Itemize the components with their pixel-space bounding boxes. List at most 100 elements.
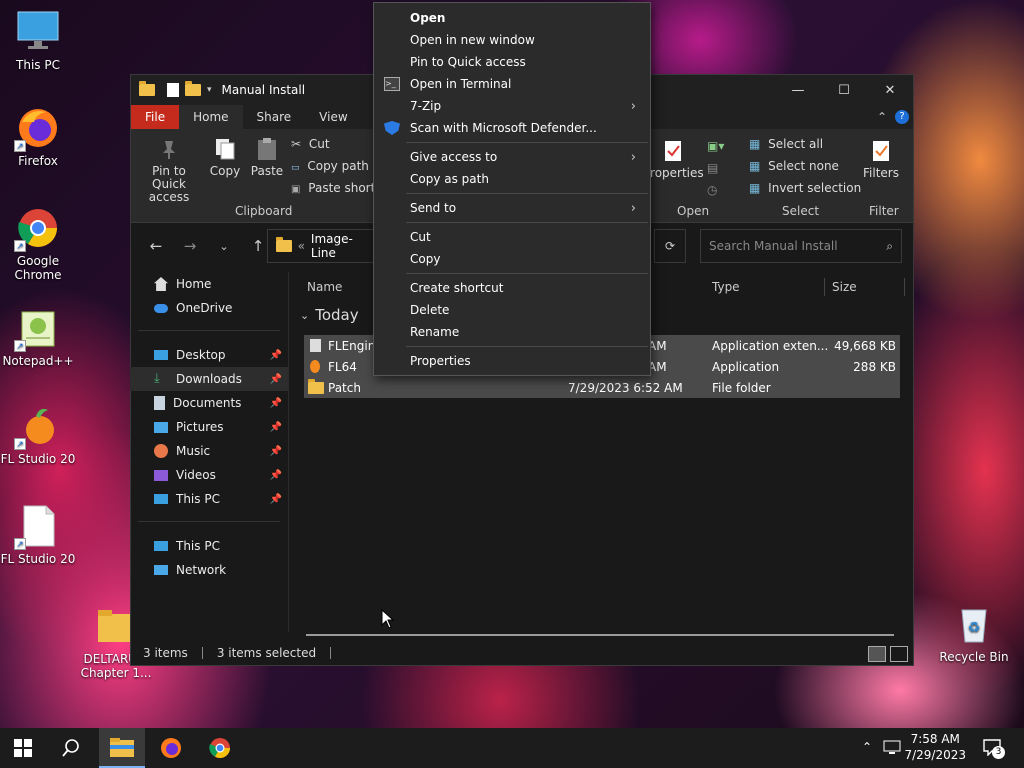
paste-button[interactable]: Paste: [249, 137, 285, 178]
desktop-icon-label: FL Studio 20: [0, 452, 76, 466]
filters-button[interactable]: Filters: [861, 139, 901, 180]
pin-icon: 📌: [269, 421, 282, 433]
menu-item-rename[interactable]: Rename: [374, 321, 650, 343]
menu-item-7zip[interactable]: 7-Zip ›: [374, 95, 650, 117]
blank-file-icon: ↗: [14, 504, 60, 550]
scissors-icon: ✂: [291, 137, 302, 151]
notepadpp-icon: ↗: [14, 306, 60, 352]
chevron-down-icon: ⌄: [300, 308, 310, 322]
column-header-size[interactable]: Size: [832, 280, 857, 294]
select-all-button[interactable]: ▦ Select all: [749, 137, 823, 151]
taskbar-file-explorer[interactable]: [99, 728, 145, 768]
tab-home[interactable]: Home: [179, 105, 243, 129]
sidebar-item-onedrive[interactable]: OneDrive: [130, 296, 288, 320]
properties-button[interactable]: Properties: [643, 139, 704, 180]
download-icon: ⤓: [154, 371, 160, 386]
start-button[interactable]: [0, 728, 46, 768]
maximize-button[interactable]: ☐: [821, 75, 867, 105]
clock[interactable]: 7:58 AM 7/29/2023: [904, 731, 966, 763]
sidebar-item-pictures[interactable]: Pictures 📌: [130, 415, 288, 439]
history-icon[interactable]: ◷: [707, 183, 717, 197]
sidebar-item-music[interactable]: Music 📌: [130, 439, 288, 463]
tab-share[interactable]: Share: [243, 105, 306, 129]
desktop-icon-firefox[interactable]: ↗ Firefox: [0, 106, 76, 168]
menu-item-scan-defender[interactable]: Scan with Microsoft Defender...: [374, 117, 650, 139]
recent-locations-icon[interactable]: ⌄: [209, 240, 239, 253]
music-icon: [154, 444, 168, 458]
cut-button[interactable]: ✂ Cut: [291, 137, 330, 151]
sidebar-item-downloads[interactable]: ⤓ Downloads 📌: [130, 367, 288, 391]
invert-selection-button[interactable]: ▦ Invert selection: [749, 181, 861, 195]
sidebar-item-documents[interactable]: Documents 📌: [130, 391, 288, 415]
customize-toolbar-icon[interactable]: ▾: [207, 85, 212, 95]
close-button[interactable]: ✕: [867, 75, 913, 105]
copy-button[interactable]: Copy: [207, 137, 243, 178]
desktop-icon-flstudio-file[interactable]: ↗ FL Studio 20: [0, 504, 76, 566]
minimize-button[interactable]: —: [775, 75, 821, 105]
pin-icon: 📌: [269, 493, 282, 505]
desktop-icon-flstudio[interactable]: ↗ FL Studio 20: [0, 404, 76, 466]
pin-quick-access-button[interactable]: Pin to Quick access: [137, 137, 201, 204]
select-none-button[interactable]: ▦ Select none: [749, 159, 839, 173]
column-divider[interactable]: [824, 278, 825, 296]
copy-path-button[interactable]: ▭ Copy path: [291, 159, 369, 173]
menu-item-open-in-terminal[interactable]: >_ Open in Terminal: [374, 73, 650, 95]
menu-item-open[interactable]: Open: [374, 7, 650, 29]
refresh-icon[interactable]: ⟳: [654, 229, 686, 263]
menu-item-open-new-window[interactable]: Open in new window: [374, 29, 650, 51]
sidebar-item-videos[interactable]: Videos 📌: [130, 463, 288, 487]
tab-file[interactable]: File: [131, 105, 180, 129]
column-divider[interactable]: [904, 278, 905, 296]
filters-icon: [869, 139, 893, 163]
forward-arrow-icon[interactable]: →: [175, 237, 205, 255]
menu-item-delete[interactable]: Delete: [374, 299, 650, 321]
notification-center-button[interactable]: 3: [982, 738, 1006, 759]
network-icon[interactable]: [883, 740, 901, 756]
taskbar-firefox[interactable]: [148, 728, 194, 768]
open-dropdown-icon[interactable]: ▣▾: [707, 139, 724, 153]
menu-item-copy-as-path[interactable]: Copy as path: [374, 168, 650, 190]
new-folder-icon[interactable]: [185, 81, 201, 96]
desktop-icon-this-pc[interactable]: This PC: [0, 10, 76, 72]
menu-item-create-shortcut[interactable]: Create shortcut: [374, 277, 650, 299]
taskbar-chrome[interactable]: [197, 728, 243, 768]
menu-separator: [406, 346, 648, 347]
desktop-icon-notepadpp[interactable]: ↗ Notepad++: [0, 306, 76, 368]
tab-view[interactable]: View: [305, 105, 361, 129]
properties-quick-icon[interactable]: [167, 83, 179, 97]
horizontal-scrollbar[interactable]: [306, 634, 894, 636]
search-icon: ⌕: [886, 238, 893, 253]
menu-item-send-to[interactable]: Send to ›: [374, 197, 650, 219]
address-overflow[interactable]: «: [298, 239, 305, 253]
search-button[interactable]: [48, 728, 94, 768]
sidebar-item-network[interactable]: Network: [130, 558, 288, 582]
pane-splitter[interactable]: [288, 272, 289, 632]
mouse-cursor-icon: [381, 609, 395, 629]
table-row[interactable]: Patch 7/29/2023 6:52 AM File folder: [304, 377, 900, 398]
menu-item-pin-quick-access[interactable]: Pin to Quick access: [374, 51, 650, 73]
edit-icon[interactable]: ▤: [707, 161, 718, 175]
menu-item-properties[interactable]: Properties: [374, 350, 650, 372]
sidebar-item-this-pc[interactable]: This PC: [130, 534, 288, 558]
column-header-name[interactable]: Name: [307, 280, 342, 294]
file-explorer-icon: [110, 738, 134, 757]
pin-icon: 📌: [269, 397, 282, 409]
help-icon[interactable]: ?: [895, 110, 909, 124]
back-arrow-icon[interactable]: ←: [141, 237, 171, 255]
column-header-type[interactable]: Type: [712, 280, 740, 294]
clock-date: 7/29/2023: [904, 748, 966, 762]
show-hidden-icons-icon[interactable]: ⌃: [862, 740, 872, 754]
desktop-icon-chrome[interactable]: ↗ Google Chrome: [0, 206, 76, 282]
menu-item-copy[interactable]: Copy: [374, 248, 650, 270]
sidebar-item-desktop[interactable]: Desktop 📌: [130, 343, 288, 367]
search-input[interactable]: Search Manual Install ⌕: [700, 229, 902, 263]
desktop-icon-recycle-bin[interactable]: ♻ Recycle Bin: [936, 602, 1012, 664]
sidebar-item-home[interactable]: Home: [130, 272, 288, 296]
sidebar-item-this-pc-pinned[interactable]: This PC 📌: [130, 487, 288, 511]
address-bar[interactable]: « Image-Line: [267, 229, 377, 263]
menu-item-give-access[interactable]: Give access to ›: [374, 146, 650, 168]
paste-icon: [255, 137, 279, 161]
menu-item-cut[interactable]: Cut: [374, 226, 650, 248]
ribbon-collapse-icon[interactable]: ⌃: [877, 105, 887, 129]
shortcut-arrow-icon: ↗: [14, 340, 26, 352]
